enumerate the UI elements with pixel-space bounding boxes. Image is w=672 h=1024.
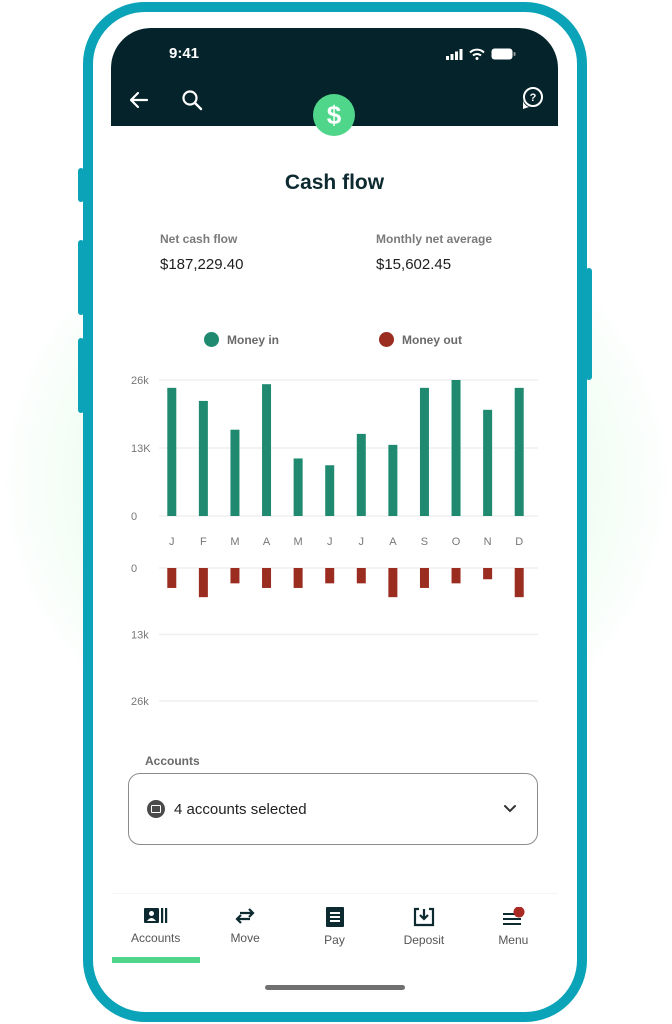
- x-tick-label: J: [169, 536, 175, 548]
- legend-label: Money out: [402, 332, 462, 347]
- nav-tab-label: Menu: [498, 933, 529, 947]
- nav-tab-accounts[interactable]: Accounts: [111, 894, 200, 963]
- phone-side-button: [586, 268, 592, 380]
- y-tick-label: 0: [131, 511, 137, 523]
- x-tick-label: O: [452, 536, 461, 548]
- status-icons: [446, 48, 516, 60]
- y-tick-label: 0: [131, 563, 137, 575]
- money-in-bar: [483, 409, 493, 516]
- money-out-bar: [325, 568, 335, 584]
- x-tick-label: M: [294, 536, 303, 548]
- money-out-bar: [483, 568, 493, 580]
- monthly-average-label: Monthly net average: [376, 232, 493, 246]
- arrow-left-icon[interactable]: [127, 88, 151, 112]
- x-tick-label: J: [359, 536, 365, 548]
- money-out-bar: [356, 568, 366, 584]
- x-tick-label: F: [200, 536, 207, 548]
- status-time: 9:41: [169, 45, 200, 62]
- transfer-arrows-icon: [235, 908, 255, 924]
- money-out-bar: [451, 568, 461, 584]
- money-in-bar: [325, 465, 335, 516]
- nav-tab-menu[interactable]: Menu: [469, 894, 558, 963]
- deposit-icon: [413, 907, 435, 927]
- money-out-bar: [514, 568, 524, 598]
- nav-tab-label: Deposit: [403, 933, 445, 947]
- active-tab-indicator: [112, 957, 200, 963]
- x-tick-label: A: [389, 536, 397, 548]
- monthly-average-value: $15,602.45: [376, 256, 452, 273]
- money-in-bar: [356, 433, 366, 516]
- money-out-bar: [419, 568, 429, 588]
- y-tick-label: 13K: [131, 443, 151, 455]
- phone-side-button: [78, 240, 84, 315]
- money-in-bar: [451, 380, 461, 516]
- bottom-nav: Accounts Move Pay Deposit Menu: [111, 893, 558, 963]
- x-tick-label: J: [327, 536, 333, 548]
- nav-tab-label: Accounts: [131, 931, 181, 945]
- money-in-bar: [514, 387, 524, 516]
- phone-side-button: [78, 168, 84, 202]
- money-in-bar: [198, 400, 208, 516]
- cash-flow-chart: 0 13K 26k 0 13k 26k J F M A M J J A S O N D: [131, 375, 538, 708]
- dollar-symbol: $: [326, 99, 342, 130]
- page-title: Cash flow: [284, 171, 385, 194]
- legend-money-out: Money out: [379, 332, 462, 347]
- battery-icon: [491, 48, 516, 60]
- home-indicator: [265, 985, 405, 990]
- money-out-dot-icon: [379, 332, 394, 347]
- money-out-bar: [388, 568, 398, 598]
- money-out-bar: [230, 568, 240, 584]
- menu-icon: [503, 907, 525, 925]
- money-in-bar: [230, 429, 240, 516]
- accounts-dropdown[interactable]: 4 accounts selected: [128, 773, 538, 845]
- money-in-bar: [293, 458, 303, 516]
- svg-text:?: ?: [530, 92, 537, 104]
- money-out-bar: [167, 568, 177, 588]
- x-tick-label: N: [484, 536, 492, 548]
- nav-tab-move[interactable]: Move: [200, 894, 289, 963]
- net-cash-flow-value: $187,229.40: [160, 256, 244, 273]
- chevron-down-icon: [504, 805, 516, 813]
- money-out-bar: [198, 568, 208, 598]
- nav-tab-pay[interactable]: Pay: [290, 894, 379, 963]
- nav-tab-deposit[interactable]: Deposit: [379, 894, 468, 963]
- y-tick-label: 26k: [131, 375, 149, 387]
- money-in-bar: [167, 387, 177, 516]
- notification-dot: [513, 907, 525, 918]
- money-in-bar: [262, 384, 272, 516]
- legend-money-in: Money in: [204, 332, 279, 347]
- legend-label: Money in: [227, 332, 280, 347]
- x-tick-label: D: [515, 536, 523, 548]
- money-in-bar: [388, 444, 398, 516]
- x-tick-label: A: [263, 536, 271, 548]
- signal-icon: [446, 49, 463, 60]
- bill-icon: [325, 907, 344, 927]
- app-screen: 9:41 ? $ Cash flow Net cash flow $187,22…: [111, 28, 558, 1003]
- dollar-icon: $: [313, 94, 355, 136]
- y-tick-label: 26k: [131, 696, 149, 708]
- phone-side-button: [78, 338, 84, 413]
- nav-tab-label: Move: [230, 931, 260, 945]
- x-tick-label: M: [230, 536, 239, 548]
- net-cash-flow-label: Net cash flow: [160, 232, 238, 246]
- y-tick-label: 13k: [131, 630, 149, 642]
- wifi-icon: [469, 48, 485, 60]
- chat-help-icon[interactable]: ?: [518, 86, 544, 112]
- money-in-bar: [419, 387, 429, 516]
- x-tick-label: S: [421, 536, 428, 548]
- accounts-icon: [143, 908, 167, 923]
- money-in-dot-icon: [204, 332, 219, 347]
- money-out-bar: [293, 568, 303, 588]
- accounts-label: Accounts: [145, 754, 200, 768]
- account-card-icon: [147, 800, 165, 818]
- accounts-selected-text: 4 accounts selected: [174, 800, 307, 818]
- money-out-bar: [262, 568, 272, 588]
- search-icon[interactable]: [180, 88, 204, 112]
- nav-tab-label: Pay: [324, 933, 345, 947]
